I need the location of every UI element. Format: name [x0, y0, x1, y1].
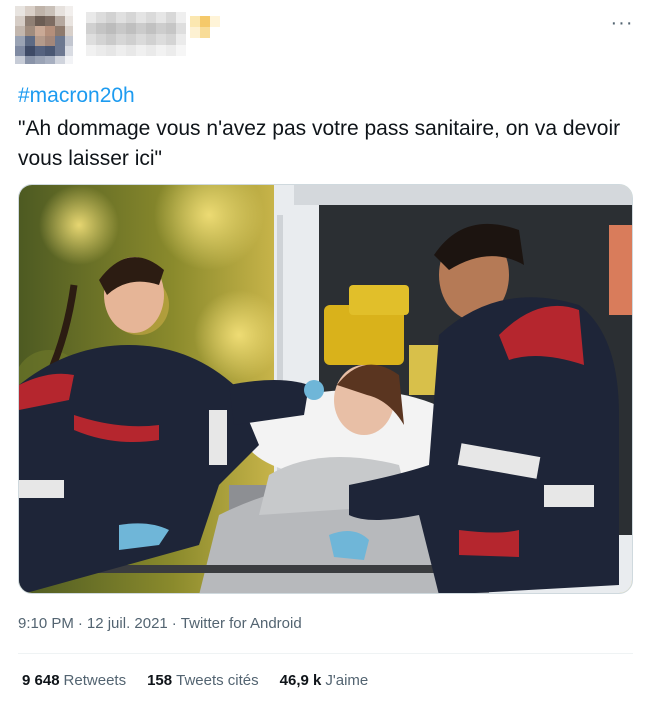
likes-label: J'aime	[325, 672, 369, 689]
meta-separator: ·	[77, 615, 83, 632]
hashtag-link[interactable]: #macron20h	[18, 84, 135, 108]
likes-stat[interactable]: 46,9 k J'aime	[280, 672, 369, 689]
tweet-stats: 9 648 Retweets 158 Tweets cités 46,9 k J…	[22, 672, 368, 689]
likes-count: 46,9 k	[279, 672, 322, 689]
quote-tweets-count: 158	[147, 672, 173, 689]
divider	[18, 653, 633, 654]
blurred-badge-icon	[190, 16, 220, 38]
paramedics-patient-photo	[19, 185, 632, 593]
tweet-meta: 9:10 PM · 12 juil. 2021 · Twitter for An…	[18, 615, 302, 632]
retweets-label: Retweets	[63, 672, 127, 689]
author-name-redacted[interactable]	[86, 12, 190, 56]
more-horizontal-icon: ···	[610, 12, 634, 34]
tweet-time[interactable]: 9:10 PM	[18, 615, 74, 632]
more-options-button[interactable]: ···	[605, 10, 639, 36]
quote-tweets-stat[interactable]: 158 Tweets cités	[147, 672, 259, 689]
tweet-card: ··· #macron20h "Ah dommage vous n'avez p…	[0, 0, 648, 706]
tweet-date[interactable]: 12 juil. 2021	[87, 615, 168, 632]
quote-tweets-label: Tweets cités	[176, 672, 259, 689]
retweets-stat[interactable]: 9 648 Retweets	[22, 672, 126, 689]
tweet-source[interactable]: Twitter for Android	[181, 615, 302, 632]
author-avatar[interactable]	[15, 6, 73, 64]
meta-separator: ·	[171, 615, 177, 632]
tweet-photo[interactable]	[18, 184, 633, 594]
retweets-count: 9 648	[22, 672, 60, 689]
tweet-text: "Ah dommage vous n'avez pas votre pass s…	[18, 117, 621, 170]
